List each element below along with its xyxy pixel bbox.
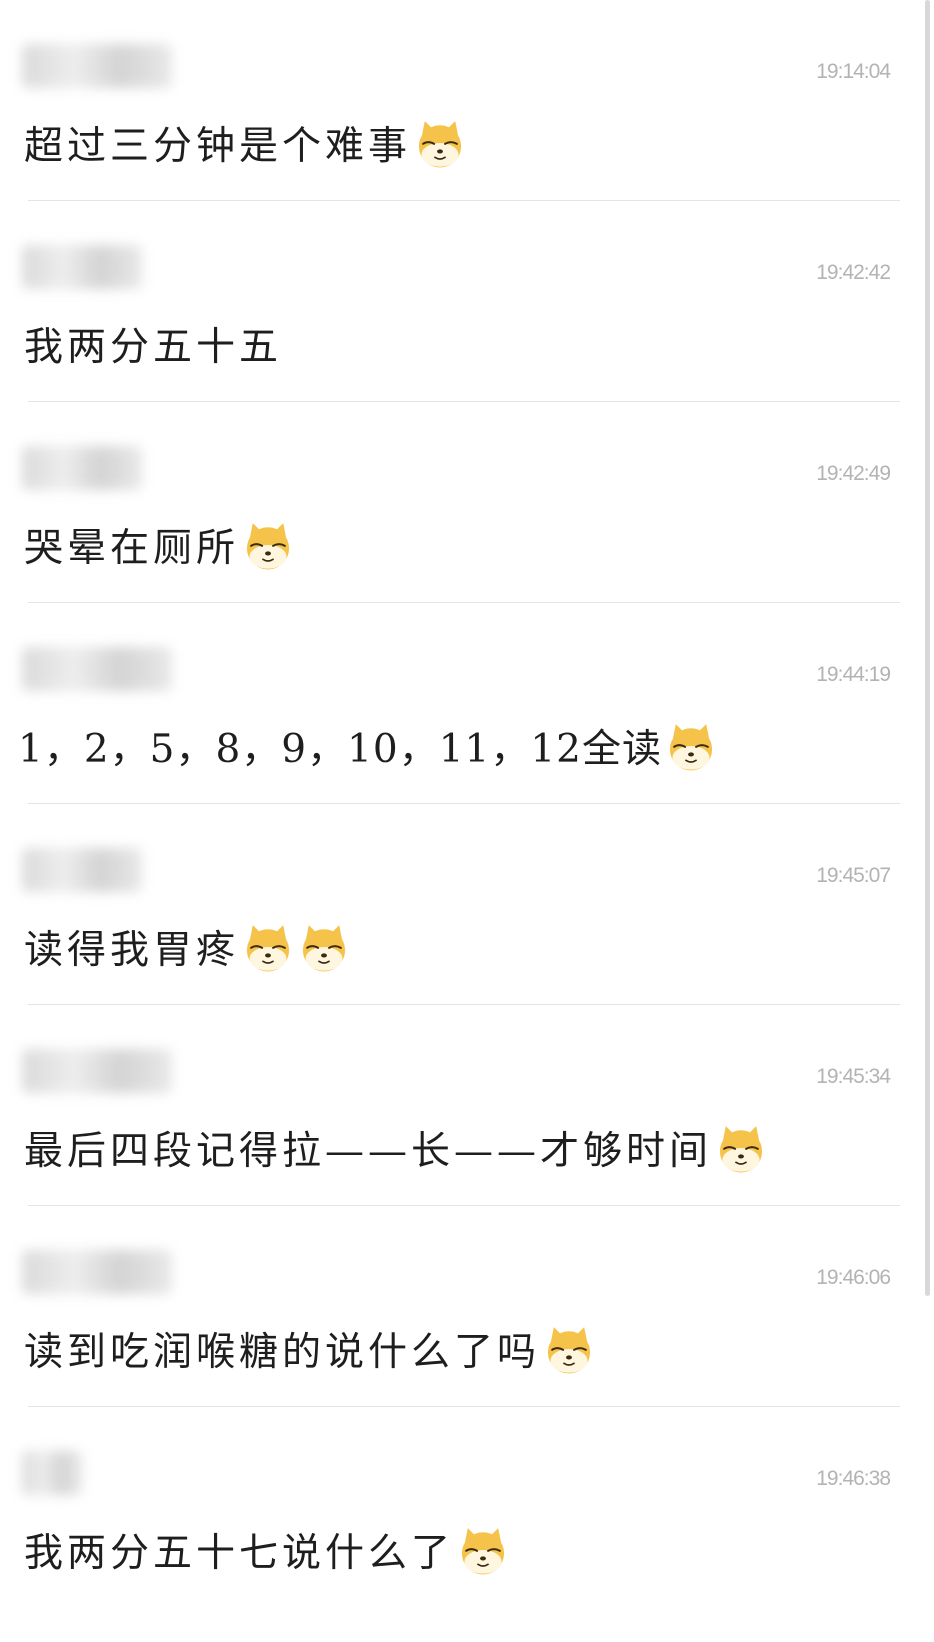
message-timestamp: 19:45:34 (816, 1065, 891, 1088)
message-timestamp: 19:44:19 (816, 663, 891, 686)
message-timestamp: 19:42:49 (816, 462, 891, 485)
emoji-group (241, 920, 353, 974)
blurred-sender-name (22, 1451, 82, 1495)
message-text: 最后四段记得拉——长——才够时间 (24, 1129, 713, 1174)
message-text: 1，2，5，8，9，10，11，12全读 (18, 727, 662, 772)
emoji-group (456, 1523, 512, 1577)
message-text: 读得我胃疼 (24, 928, 240, 973)
blurred-sender-name (22, 848, 142, 892)
message-text: 读到吃润喉糖的说什么了吗 (24, 1330, 541, 1375)
chat-history-list[interactable]: 19:14:04 超过三分钟是个难事 19:42:42 我两分五十五 19:42… (0, 0, 934, 1642)
message-text: 哭晕在厕所 (24, 526, 240, 571)
doge-emoji-icon (719, 1126, 763, 1173)
doge-emoji-icon (547, 1327, 591, 1374)
message-item[interactable]: 19:42:42 我两分五十五 (0, 201, 934, 402)
blurred-sender-name (22, 647, 172, 691)
blurred-sender-name (22, 44, 172, 88)
message-text: 我两分五十五 (24, 325, 283, 370)
message-timestamp: 19:46:06 (816, 1266, 891, 1289)
message-item[interactable]: 19:42:49 哭晕在厕所 (0, 402, 934, 603)
blurred-sender-name (22, 1250, 172, 1294)
message-item[interactable]: 19:46:38 我两分五十七说什么了 (0, 1407, 934, 1608)
blurred-sender-name (22, 1049, 172, 1093)
message-item[interactable]: 19:14:04 超过三分钟是个难事 (0, 0, 934, 201)
message-item[interactable]: 19:45:07 读得我胃疼 (0, 804, 934, 1005)
blurred-sender-name (22, 446, 142, 490)
doge-emoji-icon (302, 925, 346, 972)
message-text: 我两分五十七说什么了 (24, 1531, 455, 1576)
doge-emoji-icon (418, 121, 462, 168)
doge-emoji-icon (669, 724, 713, 771)
message-item[interactable]: 19:46:06 读到吃润喉糖的说什么了吗 (0, 1206, 934, 1407)
message-text: 超过三分钟是个难事 (24, 124, 412, 169)
message-timestamp: 19:45:07 (816, 864, 891, 887)
doge-emoji-icon (246, 925, 290, 972)
emoji-group (413, 116, 469, 170)
message-item[interactable]: 19:45:34 最后四段记得拉——长——才够时间 (0, 1005, 934, 1206)
emoji-group (714, 1121, 770, 1175)
message-item[interactable]: 19:44:19 1，2，5，8，9，10，11，12全读 (0, 603, 934, 804)
message-timestamp: 19:42:42 (816, 261, 891, 284)
emoji-group (241, 518, 297, 572)
blurred-sender-name (22, 245, 142, 289)
message-timestamp: 19:46:38 (816, 1467, 891, 1490)
emoji-group (542, 1322, 598, 1376)
doge-emoji-icon (461, 1528, 505, 1575)
scrollbar[interactable] (925, 0, 930, 1296)
emoji-group (664, 719, 720, 773)
message-timestamp: 19:14:04 (816, 60, 891, 83)
doge-emoji-icon (246, 523, 290, 570)
